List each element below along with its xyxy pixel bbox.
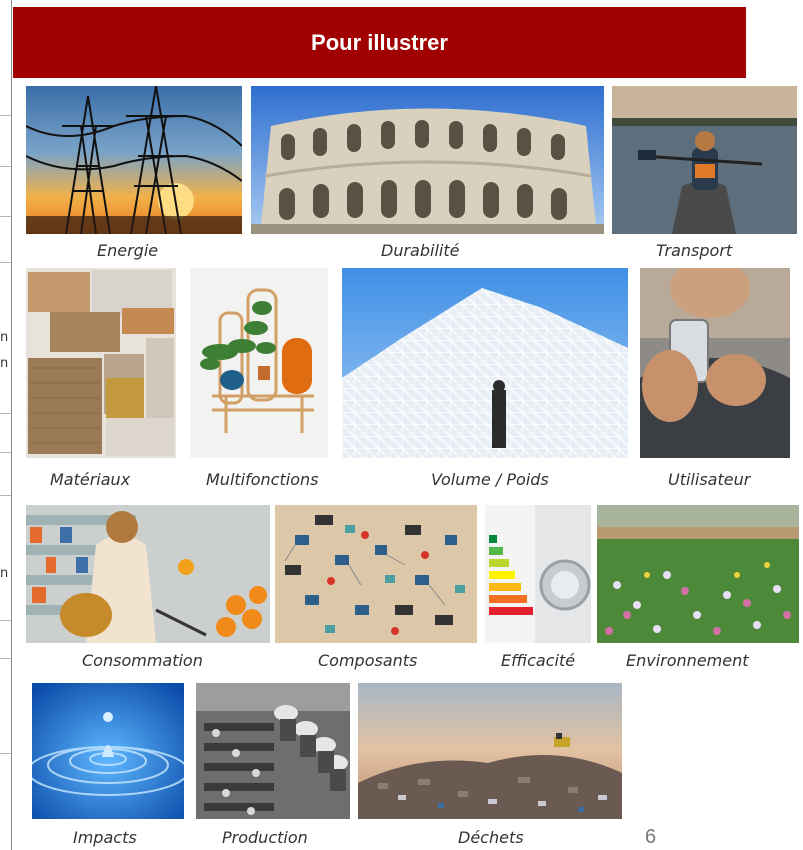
caption-materiaux: Matériaux: [50, 470, 131, 489]
table-divider: [0, 495, 11, 496]
caption-dechets: Déchets: [458, 828, 524, 847]
efficacite-image: [485, 505, 591, 643]
consommation-image: [26, 505, 270, 643]
production-image: [196, 683, 350, 819]
table-divider: [0, 262, 11, 263]
durabilite-image: [251, 86, 604, 234]
utilisateur-image: [640, 268, 790, 458]
impacts-image: [32, 683, 184, 819]
cropped-text: n: [0, 330, 9, 345]
caption-transport: Transport: [656, 241, 733, 260]
caption-efficacite: Efficacité: [501, 651, 576, 670]
cropped-text: n: [0, 566, 9, 581]
caption-impacts: Impacts: [73, 828, 137, 847]
materiaux-image: [26, 268, 176, 458]
caption-durabilite: Durabilité: [381, 241, 460, 260]
caption-multifonctions: Multifonctions: [206, 470, 319, 489]
title-banner: Pour illustrer: [13, 7, 746, 78]
table-divider: [0, 452, 11, 453]
multifonctions-image: [190, 268, 328, 458]
banner-title: Pour illustrer: [311, 29, 448, 55]
table-divider: [0, 620, 11, 621]
table-divider: [0, 658, 11, 659]
energie-image: [26, 86, 242, 234]
cropped-text: n: [0, 356, 9, 371]
transport-image: [612, 86, 797, 234]
table-divider: [0, 216, 11, 217]
caption-consommation: Consommation: [82, 651, 203, 670]
table-divider: [0, 166, 11, 167]
caption-utilisateur: Utilisateur: [668, 470, 751, 489]
dechets-image: [358, 683, 622, 819]
table-divider: [0, 753, 11, 754]
caption-environnement: Environnement: [626, 651, 749, 670]
caption-energie: Energie: [97, 241, 159, 260]
table-divider: [0, 413, 11, 414]
table-divider: [0, 115, 11, 116]
composants-image: [275, 505, 477, 643]
cropped-table-edge: n n n: [0, 0, 12, 850]
caption-volume-poids: Volume / Poids: [431, 470, 549, 489]
caption-composants: Composants: [318, 651, 418, 670]
volume-poids-image: [342, 268, 628, 458]
caption-production: Production: [222, 828, 308, 847]
page-number: 6: [645, 826, 657, 848]
environnement-image: [597, 505, 799, 643]
